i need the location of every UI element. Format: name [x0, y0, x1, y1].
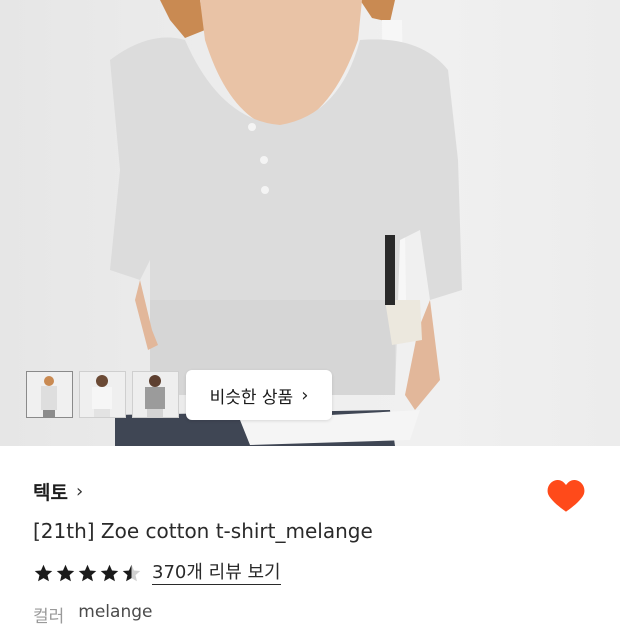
color-label: 컬러: [33, 607, 65, 627]
star-icon: [56, 564, 75, 581]
review-link[interactable]: 370개 리뷰 보기: [152, 562, 281, 585]
heart-icon[interactable]: [546, 476, 586, 514]
star-icon: [100, 564, 119, 581]
thumbnail-1[interactable]: [26, 371, 73, 418]
color-option: 컬러 melange: [33, 602, 587, 627]
product-title: [21th] Zoe cotton t-shirt_melange: [33, 519, 373, 543]
rating-row: 370개 리뷰 보기: [33, 558, 587, 588]
similar-products-label: 비슷한 상품: [209, 387, 294, 408]
thumbnail-2[interactable]: [79, 371, 126, 418]
product-info: 텍토 › [21th] Zoe cotton t-shirt_melange 3…: [33, 476, 587, 627]
chevron-right-icon: ›: [75, 480, 84, 502]
thumbnail-3[interactable]: [132, 371, 179, 418]
thumbnail-strip: [26, 371, 179, 418]
product-hero-image[interactable]: 비슷한 상품 ›: [0, 0, 620, 446]
half-star-icon: [122, 564, 141, 581]
chevron-right-icon: ›: [301, 384, 309, 406]
star-rating: [33, 563, 142, 584]
star-icon: [78, 564, 97, 581]
color-value: melange: [78, 602, 153, 622]
star-icon: [34, 564, 53, 581]
brand-name: 텍토: [33, 481, 68, 504]
similar-products-button[interactable]: 비슷한 상품 ›: [186, 370, 332, 420]
brand-link[interactable]: 텍토 ›: [33, 476, 587, 506]
